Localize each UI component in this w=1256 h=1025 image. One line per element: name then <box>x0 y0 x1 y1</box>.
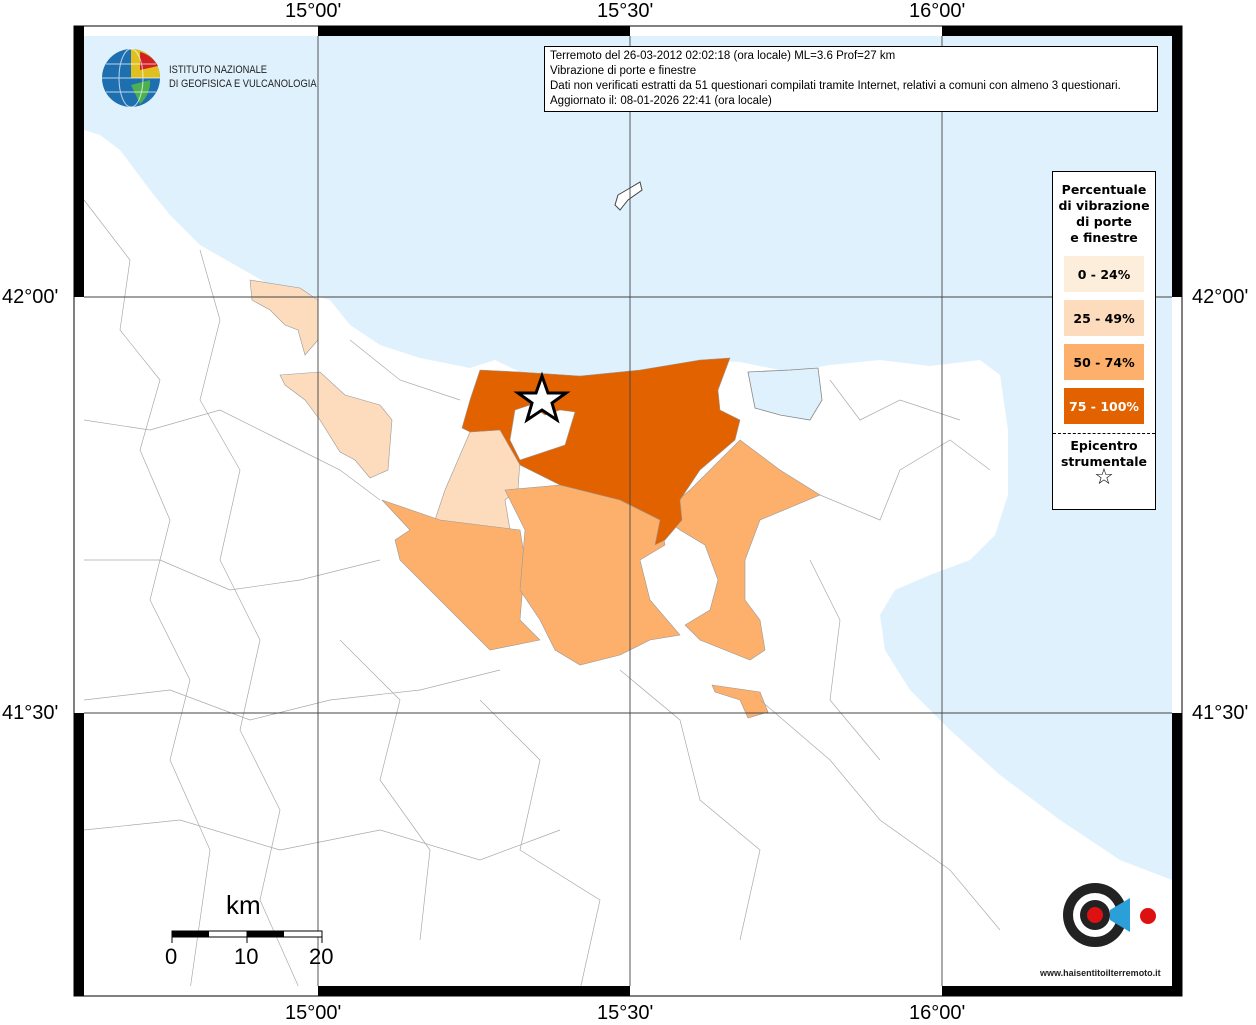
event-info-box: Terremoto del 26-03-2012 02:02:18 (ora l… <box>544 46 1158 112</box>
logo-line: ISTITUTO NAZIONALE <box>169 64 268 76</box>
legend-class-75-100: 75 - 100% <box>1064 388 1144 424</box>
intensity-map <box>73 25 1183 997</box>
lon-tick-top: 15°00' <box>285 0 342 22</box>
star-icon: ☆ <box>1094 465 1114 490</box>
legend-class-25-49: 25 - 49% <box>1064 300 1144 336</box>
event-note: Dati non verificati estratti da 51 quest… <box>550 80 1121 92</box>
ingv-logo-icon <box>102 48 160 108</box>
legend-class-0-24: 0 - 24% <box>1064 256 1144 292</box>
ingv-logo-text: ISTITUTO NAZIONALE DI GEOFISICA E VULCAN… <box>169 63 317 91</box>
event-subtitle: Vibrazione di porte e finestre <box>550 65 697 77</box>
legend: Percentuale di vibrazione di porte e fin… <box>1052 171 1156 510</box>
scale-label: 20 <box>309 944 334 969</box>
haisentito-badge-text: www.haisentitoilterremoto.it <box>1040 968 1161 978</box>
scale-unit: km <box>226 890 261 920</box>
lat-tick-right: 41°30' <box>1192 702 1249 724</box>
legend-title: Percentuale di vibrazione di porte e fin… <box>1053 182 1155 246</box>
legend-title-line: di porte <box>1076 214 1132 229</box>
legend-epicenter-line: Epicentro <box>1070 438 1138 453</box>
lat-tick-left: 42°00' <box>2 286 59 308</box>
lon-tick-bottom: 15°00' <box>285 1002 342 1024</box>
scale-label: 10 <box>234 944 259 969</box>
legend-epicenter: Epicentro strumentale ☆ <box>1053 438 1155 490</box>
lon-tick-top: 16°00' <box>909 0 966 22</box>
event-updated: Aggiornato il: 08-01-2026 22:41 (ora loc… <box>550 95 772 107</box>
logo-line: DI GEOFISICA E VULCANOLOGIA <box>169 78 317 90</box>
lat-tick-right: 42°00' <box>1192 286 1249 308</box>
lon-tick-bottom: 15°30' <box>597 1002 654 1024</box>
legend-title-line: di vibrazione <box>1058 198 1150 213</box>
lon-tick-bottom: 16°00' <box>909 1002 966 1024</box>
lat-tick-left: 41°30' <box>2 702 59 724</box>
legend-class-50-74: 50 - 74% <box>1064 344 1144 380</box>
legend-title-line: e finestre <box>1070 230 1138 245</box>
event-title: Terremoto del 26-03-2012 02:02:18 (ora l… <box>550 50 896 62</box>
legend-title-line: Percentuale <box>1061 182 1147 197</box>
scale-label: 0 <box>165 944 178 969</box>
legend-divider <box>1053 433 1155 434</box>
lon-tick-top: 15°30' <box>597 0 654 22</box>
